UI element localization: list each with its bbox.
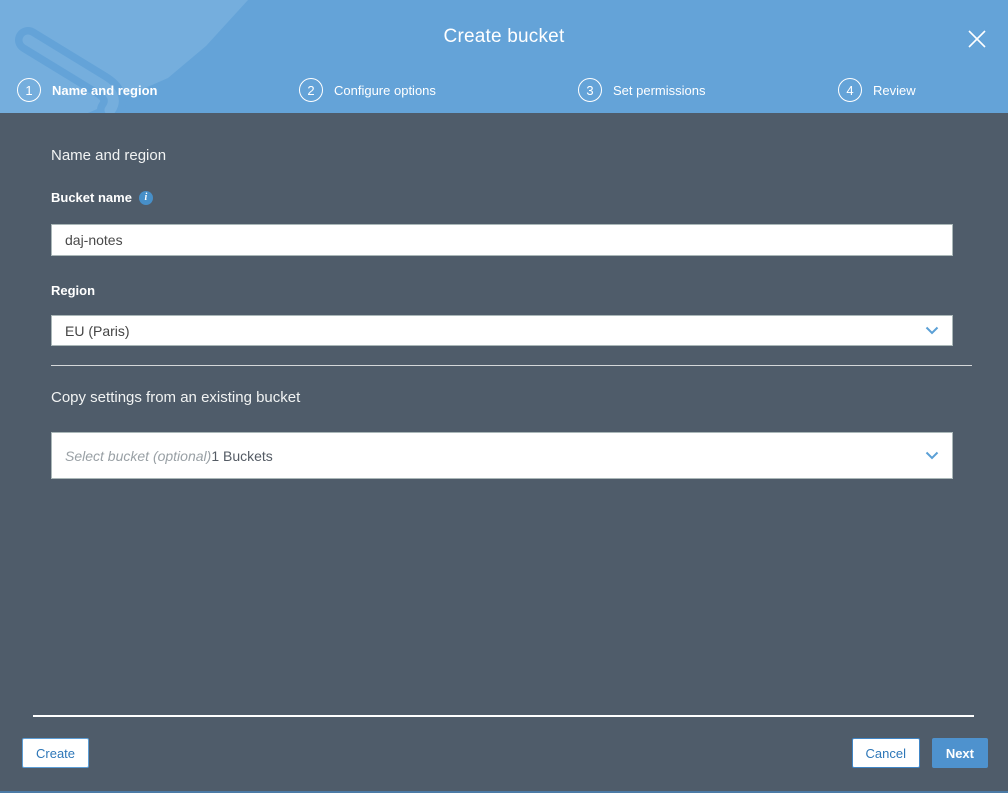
create-button[interactable]: Create xyxy=(22,738,90,768)
info-icon[interactable]: i xyxy=(138,190,153,205)
region-label-text: Region xyxy=(51,283,96,298)
bucket-name-label: Bucket name i xyxy=(51,190,153,205)
step-label: Configure options xyxy=(334,82,436,98)
step-configure-options[interactable]: 2 Configure options xyxy=(299,78,436,102)
step-label: Review xyxy=(873,82,916,98)
step-indicator: 1 Name and region 2 Configure options 3 … xyxy=(0,78,1008,104)
footer-divider xyxy=(33,715,974,717)
step-review[interactable]: 4 Review xyxy=(838,78,916,102)
next-button[interactable]: Next xyxy=(931,738,988,768)
region-label: Region xyxy=(51,283,95,298)
bucket-name-label-text: Bucket name xyxy=(51,190,132,205)
region-select[interactable]: EU (Paris) xyxy=(51,315,953,346)
bucket-name-input[interactable] xyxy=(51,224,953,256)
step-number-badge: 2 xyxy=(299,78,323,102)
step-name-and-region[interactable]: 1 Name and region xyxy=(17,78,157,102)
step-label: Set permissions xyxy=(613,82,706,98)
section-heading-name-region: Name and region xyxy=(51,147,167,164)
bucket-count-text: 1 Buckets xyxy=(211,447,273,464)
step-label: Name and region xyxy=(52,82,158,98)
step-set-permissions[interactable]: 3 Set permissions xyxy=(578,78,705,102)
region-selected-value: EU (Paris) xyxy=(65,322,130,339)
copy-settings-bucket-select[interactable]: Select bucket (optional) 1 Buckets xyxy=(51,432,953,479)
section-divider xyxy=(51,365,972,366)
bucket-select-placeholder: Select bucket (optional) xyxy=(65,447,212,464)
step-number-badge: 4 xyxy=(838,78,862,102)
chevron-down-icon xyxy=(925,326,939,335)
close-icon[interactable] xyxy=(962,24,992,54)
modal-title: Create bucket xyxy=(443,26,565,47)
step-number-badge: 1 xyxy=(17,78,41,102)
cancel-button[interactable]: Cancel xyxy=(851,738,920,768)
modal-header: Create bucket 1 Name and region 2 Config… xyxy=(0,0,1008,113)
copy-settings-heading: Copy settings from an existing bucket xyxy=(51,389,301,406)
step-number-badge: 3 xyxy=(578,78,602,102)
chevron-down-icon xyxy=(925,451,939,460)
modal-body: Name and region Bucket name i Region EU … xyxy=(0,113,1008,793)
